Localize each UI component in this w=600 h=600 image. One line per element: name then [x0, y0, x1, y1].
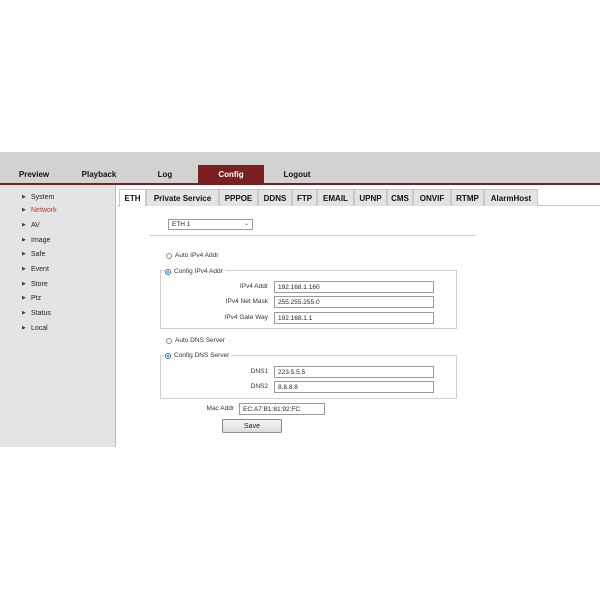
mac-addr-field: EC:A7:B1:81:92:FC [239, 403, 325, 415]
config-dns-radio[interactable] [165, 352, 171, 359]
mac-addr-label: Mac Addr [206, 405, 234, 412]
sidebar-item-label: Status [31, 309, 51, 317]
triangle-right-icon: ▶ [22, 325, 26, 331]
sidebar-item-label: AV [31, 221, 40, 229]
dns2-field[interactable]: 8.8.8.8 [274, 381, 434, 393]
nav-playback[interactable]: Playback [77, 166, 121, 183]
sidebar-item-safe[interactable]: ▶ Safe [22, 248, 45, 260]
ipv4-gateway-label: IPv4 Gate Way [224, 314, 268, 321]
tab-upnp[interactable]: UPNP [354, 189, 387, 206]
triangle-right-icon: ▶ [22, 281, 26, 287]
sidebar-item-label: Store [31, 280, 48, 288]
sidebar-item-network[interactable]: ▶ Network [22, 204, 57, 216]
tab-pppoe[interactable]: PPPOE [219, 189, 258, 206]
nav-logout[interactable]: Logout [278, 166, 316, 183]
sidebar-item-system[interactable]: ▶ System [22, 191, 54, 203]
sidebar-item-image[interactable]: ▶ Image [22, 234, 50, 246]
triangle-right-icon: ▶ [22, 207, 26, 213]
dns1-label: DNS1 [250, 368, 268, 375]
config-ipv4-label: Config IPv4 Addr [174, 268, 223, 275]
dns2-label: DNS2 [250, 383, 268, 390]
ipv4-addr-label: IPv4 Addr [239, 283, 268, 290]
nav-log[interactable]: Log [152, 166, 178, 183]
divider [150, 235, 476, 236]
auto-ipv4-option[interactable]: Auto IPv4 Addr [166, 251, 218, 260]
top-nav: Preview Playback Log Config Logout [0, 152, 600, 183]
sidebar-item-status[interactable]: ▶ Status [22, 307, 51, 319]
auto-ipv4-label: Auto IPv4 Addr [175, 252, 219, 259]
ipv4-netmask-label: IPv4 Net Mask [225, 298, 268, 305]
auto-dns-radio[interactable] [166, 337, 172, 344]
sidebar-item-local[interactable]: ▶ Local [22, 322, 48, 334]
auto-dns-label: Auto DNS Server [175, 337, 225, 344]
ipv4-gateway-field[interactable]: 192.168.1.1 [274, 312, 434, 324]
config-ipv4-option[interactable]: Config IPv4 Addr [165, 267, 225, 276]
sidebar-item-label: Safe [31, 250, 46, 258]
auto-ipv4-radio[interactable] [166, 252, 172, 259]
sidebar-item-event[interactable]: ▶ Event [22, 263, 49, 275]
triangle-right-icon: ▶ [22, 237, 26, 243]
sidebar-item-ptz[interactable]: ▶ Ptz [22, 292, 41, 304]
ipv4-netmask-field[interactable]: 255.255.255.0 [274, 296, 434, 308]
tab-ftp[interactable]: FTP [292, 189, 317, 206]
sidebar-item-label: Local [31, 324, 48, 332]
tab-bar: ETH Private Service PPPOE DDNS FTP EMAIL… [117, 189, 600, 207]
triangle-right-icon: ▶ [22, 251, 26, 257]
tab-private-service[interactable]: Private Service [146, 189, 219, 206]
triangle-right-icon: ▶ [22, 266, 26, 272]
tab-rtmp[interactable]: RTMP [451, 189, 484, 206]
ipv4-addr-field[interactable]: 192.168.1.160 [274, 281, 434, 293]
sidebar-item-label: Image [31, 236, 51, 244]
tab-alarmhost[interactable]: AlarmHost [484, 189, 538, 206]
triangle-right-icon: ▶ [22, 295, 26, 301]
nav-preview[interactable]: Preview [14, 166, 54, 183]
save-button[interactable]: Save [222, 419, 282, 433]
sidebar-item-label: System [31, 193, 55, 201]
tab-email[interactable]: EMAIL [317, 189, 354, 206]
sidebar-item-label: Ptz [31, 294, 42, 302]
sidebar-item-label: Network [31, 206, 57, 214]
tab-ddns[interactable]: DDNS [258, 189, 292, 206]
tab-eth[interactable]: ETH [119, 189, 146, 207]
sidebar-item-av[interactable]: ▶ AV [22, 219, 40, 231]
interface-select[interactable]: ETH 1 ⌄ [168, 219, 253, 230]
config-ipv4-radio[interactable] [165, 268, 171, 275]
triangle-right-icon: ▶ [22, 222, 26, 228]
auto-dns-option[interactable]: Auto DNS Server [166, 336, 225, 345]
tab-cms[interactable]: CMS [387, 189, 413, 206]
sidebar: ▶ System ▶ Network ▶ AV ▶ Image ▶ Safe ▶ Event… [0, 185, 116, 447]
sidebar-item-label: Event [31, 265, 49, 273]
chevron-down-icon: ⌄ [243, 221, 249, 227]
tab-onvif[interactable]: ONVIF [413, 189, 451, 206]
sidebar-item-store[interactable]: ▶ Store [22, 278, 48, 290]
dns1-field[interactable]: 223.5.5.5 [274, 366, 434, 378]
triangle-right-icon: ▶ [22, 194, 26, 200]
config-dns-option[interactable]: Config DNS Server [165, 351, 232, 360]
main-panel: ETH Private Service PPPOE DDNS FTP EMAIL… [117, 185, 600, 447]
config-dns-label: Config DNS Server [174, 352, 230, 359]
triangle-right-icon: ▶ [22, 310, 26, 316]
interface-select-value: ETH 1 [172, 221, 191, 228]
nav-config[interactable]: Config [198, 165, 264, 183]
